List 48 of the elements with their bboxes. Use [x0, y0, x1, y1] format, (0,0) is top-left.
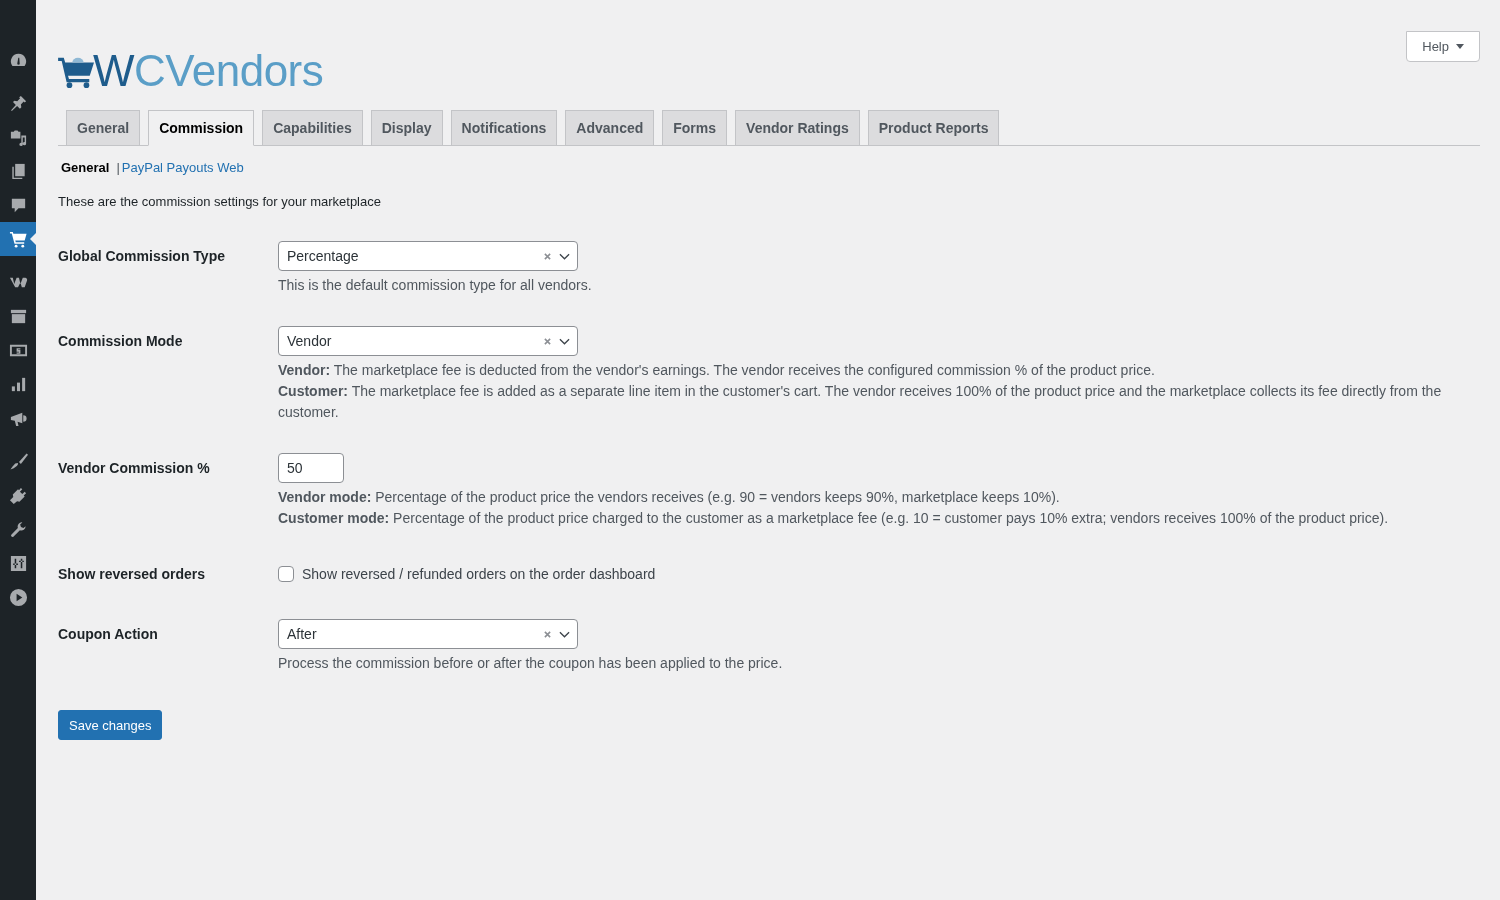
- field-description: This is the default commission type for all vendors.: [278, 276, 593, 295]
- save-button[interactable]: Save changes: [58, 710, 163, 740]
- subsection-link[interactable]: PayPal Payouts Web: [121, 158, 244, 178]
- chevron-down-icon: [559, 337, 570, 345]
- chevron-down-icon: [559, 252, 570, 260]
- checkbox[interactable]: [278, 566, 294, 582]
- chevron-down-icon: [559, 630, 570, 638]
- field-label: Show reversed orders: [58, 565, 207, 584]
- clear-icon: [544, 252, 551, 260]
- settings-tab[interactable]: Advanced: [565, 110, 655, 146]
- caret-down-icon: [1456, 44, 1464, 49]
- sliders-icon: [8, 553, 28, 573]
- settings-tab[interactable]: Display: [370, 110, 443, 146]
- settings-tab[interactable]: Vendor Ratings: [735, 110, 860, 146]
- number-field[interactable]: 50: [278, 453, 344, 483]
- plug-icon: [8, 485, 28, 505]
- settings-tab[interactable]: Product Reports: [867, 110, 1000, 146]
- field-description: Vendor: The marketplace fee is deducted from the vendor's earnings. The vendor receives the configured commission % of the product price.: [278, 361, 1156, 380]
- select-field[interactable]: After: [278, 619, 578, 649]
- field-description: Vendor mode: Percentage of the product price the vendors receives (e.g. 90 = vendors keeps 90%, marketplace keeps 10%).: [278, 488, 1061, 507]
- media-icon: [8, 127, 28, 147]
- settings-tab[interactable]: General: [66, 110, 141, 146]
- subsection-link[interactable]: General: [61, 158, 110, 178]
- field-description: Customer: The marketplace fee is added as a separate line item in the customer's cart. The vendor receives 100% of the product price and the marketplace collects its fee directly from the customer.: [278, 382, 1443, 422]
- clear-icon: [544, 630, 551, 638]
- select-field[interactable]: Percentage: [278, 241, 578, 271]
- settings-tab[interactable]: Notifications: [450, 110, 558, 146]
- settings-tab[interactable]: Capabilities: [262, 110, 363, 146]
- field-label: Commission Mode: [58, 332, 184, 351]
- intro-text: These are the commission settings for your marketplace: [58, 193, 382, 211]
- cart-icon: [8, 229, 28, 249]
- field-description: Customer mode: Percentage of the product price charged to the customer as a marketplace fee (e.g. 10 = customer pays 10% extra; vendors receives 100% of the product price).: [278, 509, 1390, 528]
- settings-tab[interactable]: Forms: [662, 110, 728, 146]
- pushpin-icon: [8, 93, 28, 113]
- sidebar-item[interactable]: [0, 222, 36, 256]
- clear-icon: [544, 337, 551, 345]
- field-label: Global Commission Type: [58, 247, 226, 266]
- field-label: Coupon Action: [58, 625, 159, 644]
- field-description: Process the commission before or after the coupon has been applied to the price.: [278, 654, 784, 673]
- field-label: Vendor Commission %: [58, 459, 211, 478]
- checkbox-label: Show reversed / refunded orders on the order dashboard: [302, 566, 656, 582]
- wrench-icon: [8, 519, 28, 539]
- select-field[interactable]: Vendor: [278, 326, 578, 356]
- logo-wordmark: WCVendors: [93, 49, 324, 93]
- settings-tab[interactable]: Commission: [148, 110, 255, 146]
- paintbrush-icon: [8, 451, 28, 471]
- help-button[interactable]: Help: [1406, 31, 1480, 62]
- separator-text: |: [116, 159, 120, 177]
